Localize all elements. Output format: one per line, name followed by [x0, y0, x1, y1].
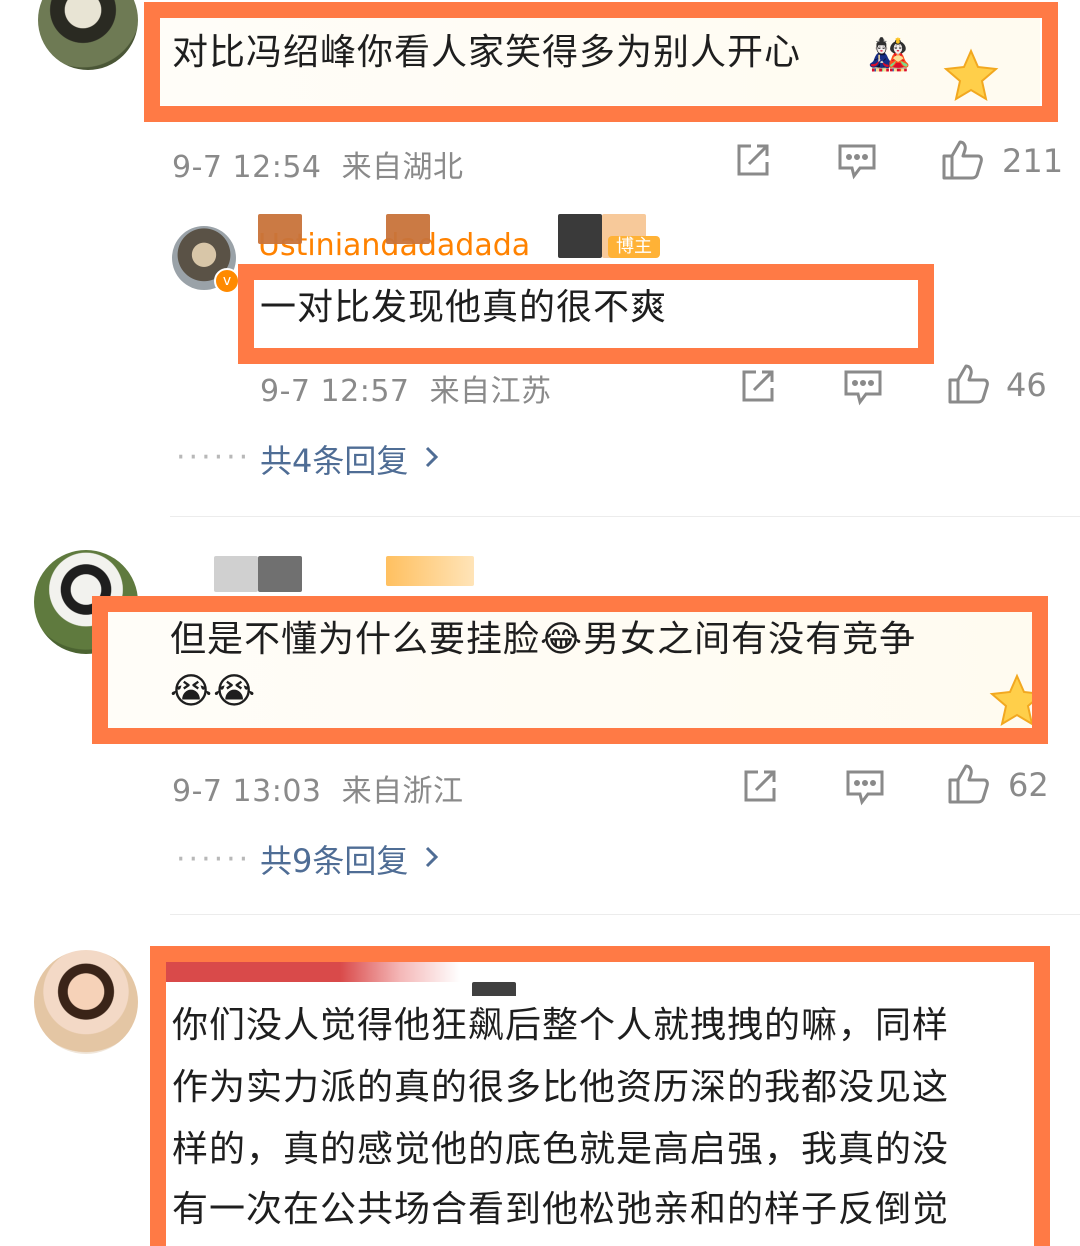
blur-mask: [386, 214, 430, 244]
chevron-right-icon: [424, 445, 440, 473]
view-replies-link[interactable]: 共4条回复: [260, 436, 440, 482]
divider: [170, 914, 1080, 915]
highlight-box: [238, 264, 934, 364]
share-icon[interactable]: [733, 140, 773, 180]
blur-mask: [258, 556, 302, 592]
reply-meta: 9-7 12:57 来自江苏: [260, 374, 552, 409]
highlight-box: [144, 2, 1058, 122]
like-icon[interactable]: [940, 138, 984, 182]
more-dots: ······: [176, 440, 252, 475]
divider: [170, 516, 1080, 517]
verified-badge-icon: v: [214, 268, 240, 294]
view-replies-label: 共9条回复: [260, 842, 409, 880]
avatar[interactable]: [34, 950, 138, 1054]
blur-mask: [258, 214, 302, 244]
like-count: 62: [1008, 766, 1049, 804]
view-replies-link[interactable]: 共9条回复: [260, 836, 440, 882]
comment-meta: 9-7 13:03 来自浙江: [172, 774, 464, 809]
share-icon[interactable]: [738, 366, 778, 406]
comment-icon[interactable]: [844, 768, 886, 806]
like-icon[interactable]: [946, 762, 990, 806]
blur-mask: [386, 556, 474, 586]
highlight-box: [150, 946, 1050, 1246]
share-icon[interactable]: [740, 766, 780, 806]
comment-icon[interactable]: [842, 368, 884, 406]
more-dots: ······: [176, 842, 252, 877]
blur-mask: [214, 556, 258, 592]
comment-icon[interactable]: [836, 142, 878, 180]
avatar[interactable]: [38, 0, 138, 70]
like-count: 46: [1006, 366, 1047, 404]
comment-meta: 9-7 12:54 来自湖北: [172, 150, 464, 185]
highlight-box: [92, 596, 1048, 744]
view-replies-label: 共4条回复: [260, 442, 409, 480]
like-count: 211: [1002, 142, 1064, 180]
blur-mask: [558, 214, 602, 258]
like-icon[interactable]: [946, 362, 990, 406]
blogger-badge: 博主: [608, 236, 660, 258]
chevron-right-icon: [424, 845, 440, 873]
